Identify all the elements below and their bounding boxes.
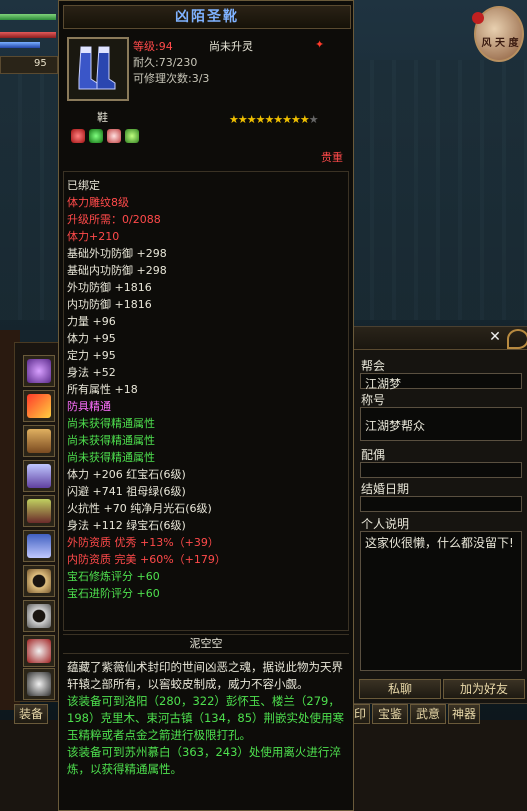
title-label: 称号 — [361, 393, 386, 407]
stat-line: 所有属性 +18 — [67, 383, 138, 396]
stat-line: 已绑定 — [67, 179, 100, 192]
stat-line: 闪避 +741 祖母绿(6级) — [67, 485, 186, 498]
armor-icon — [27, 499, 51, 523]
stat-line: 体力 +95 — [67, 332, 116, 345]
game-emblem[interactable]: 风 天 度 — [470, 2, 524, 64]
tab-gem[interactable]: 宝鉴 — [372, 704, 408, 724]
bio-field: 这家伙很懒，什么都没留下! — [360, 531, 522, 671]
moonstone-gem-icon — [107, 129, 121, 143]
stat-line: 基础内功防御 +298 — [67, 264, 167, 277]
tab-wuyi[interactable]: 武意 — [410, 704, 446, 724]
ornament-icon — [507, 329, 527, 349]
ring-icon — [27, 604, 51, 628]
item-description-block: 蕴藏了紫薇仙术封印的世间凶恶之魂，据说此物为天界轩辕之部所有，以窖蛟皮制成，威力… — [67, 659, 349, 778]
slot-armor[interactable] — [23, 495, 55, 527]
slot-ring-1[interactable] — [23, 565, 55, 597]
flame-icon: ✦ — [315, 38, 325, 51]
repair-count: 可修理次数:3/3 — [133, 72, 210, 85]
stat-line: 内防资质 完美 +60%（+179） — [67, 553, 226, 566]
stat-line: 防具精通 — [67, 400, 111, 413]
stars-empty: ★ — [308, 113, 319, 126]
jade-gem-icon — [125, 129, 139, 143]
maker-name: 泥空空 — [63, 634, 349, 654]
stat-line: 外功防御 +1816 — [67, 281, 152, 294]
spouse-label: 配偶 — [361, 448, 386, 462]
tab-shenqi[interactable]: 神器 — [448, 704, 480, 724]
item-name: 凶陌圣靴 — [63, 5, 351, 29]
stat-line: 体力雕纹8级 — [67, 196, 129, 209]
item-image — [67, 37, 129, 101]
charm-icon — [27, 672, 51, 696]
slot-amulet[interactable] — [23, 355, 55, 387]
stat-line: 尚未获得精通属性 — [67, 451, 155, 464]
level-box — [0, 56, 58, 74]
amulet-icon — [27, 359, 51, 383]
stat-line: 基础外功防御 +298 — [67, 247, 167, 260]
weapon-icon — [27, 394, 51, 418]
stat-line: 宝石修炼评分 +60 — [67, 570, 160, 583]
star-rating: ★★★★★★★★★★ — [229, 113, 319, 126]
durability: 耐久:73/230 — [133, 56, 198, 69]
hp-bar — [0, 32, 56, 38]
emblem-text: 风 天 度 — [481, 38, 519, 49]
boots-icon — [27, 534, 51, 558]
item-type: 鞋 — [97, 111, 108, 124]
stat-line: 定力 +95 — [67, 349, 116, 362]
socket-hint: 该装备可到洛阳（280，322）彭怀玉、楼兰（279，198）克里木、束河古镇（… — [67, 694, 345, 742]
slot-charm-2[interactable] — [23, 668, 55, 700]
stat-line: 宝石进阶评分 +60 — [67, 587, 160, 600]
slot-bracer[interactable] — [23, 425, 55, 457]
hp-bar-green — [0, 14, 56, 20]
stat-line: 力量 +96 — [67, 315, 116, 328]
slot-glove[interactable] — [23, 460, 55, 492]
stat-line: 火抗性 +70 纯净月光石(6级) — [67, 502, 212, 515]
charm-icon — [27, 639, 51, 663]
slot-charm-1[interactable] — [23, 635, 55, 667]
emblem-badge-icon — [472, 12, 484, 24]
slot-ring-2[interactable] — [23, 600, 55, 632]
mp-bar — [0, 42, 40, 48]
guild-field: 江湖梦 — [360, 373, 522, 391]
player-level: 95 — [34, 58, 47, 69]
item-lore: 蕴藏了紫薇仙术封印的世间凶恶之魂，据说此物为天界轩辕之部所有，以窖蛟皮制成，威力… — [67, 660, 343, 691]
wedding-date-field — [360, 496, 522, 512]
character-info-panel: ✕ 帮会 江湖梦 称号 江湖梦帮众 配偶 结婚日期 个人说明 这家伙很懒，什么都… — [350, 326, 527, 704]
item-tooltip: 凶陌圣靴 等级:94 尚未升灵 ✦ 耐久:73/230 可修理次数:3/3 鞋 … — [58, 0, 354, 811]
stat-line: 尚未获得精通属性 — [67, 434, 155, 447]
emerald-gem-icon — [89, 129, 103, 143]
upgrade-state: 尚未升灵 — [209, 40, 253, 53]
stat-line: 内功防御 +1816 — [67, 298, 152, 311]
tab-equip[interactable]: 装备 — [14, 704, 48, 724]
spouse-field — [360, 462, 522, 478]
private-chat-button[interactable]: 私聊 — [359, 679, 441, 699]
close-icon[interactable]: ✕ — [487, 329, 503, 345]
player-hud: 95 — [0, 0, 58, 75]
stat-line: 尚未获得精通属性 — [67, 417, 155, 430]
stat-line: 体力 +206 红宝石(6级) — [67, 468, 186, 481]
title-field: 江湖梦帮众 — [360, 407, 522, 441]
boots-icon — [78, 46, 116, 90]
bio-label: 个人说明 — [361, 517, 410, 531]
bracer-icon — [27, 429, 51, 453]
equipment-slot-column — [14, 342, 60, 702]
item-level: 等级:94 — [133, 40, 173, 53]
slot-boots[interactable] — [23, 530, 55, 562]
stat-line: 身法 +112 绿宝石(6级) — [67, 519, 186, 532]
stat-line: 体力+210 — [67, 230, 120, 243]
stat-line: 身法 +52 — [67, 366, 116, 379]
wedding-date-label: 结婚日期 — [361, 482, 410, 496]
ruby-gem-icon — [71, 129, 85, 143]
stars-filled: ★★★★★★★★★ — [229, 113, 310, 126]
glove-icon — [27, 464, 51, 488]
stat-line: 外防资质 优秀 +13%（+39） — [67, 536, 219, 549]
stat-line: 升级所需：0/2088 — [67, 213, 161, 226]
add-friend-button[interactable]: 加为好友 — [443, 679, 525, 699]
guild-label: 帮会 — [361, 359, 386, 373]
ring-icon — [27, 569, 51, 593]
mastery-hint: 该装备可到苏州慕白（363，243）处使用离火进行淬炼，以获得精通属性。 — [67, 745, 341, 776]
slot-weapon[interactable] — [23, 390, 55, 422]
item-quality: 贵重 — [321, 151, 343, 164]
